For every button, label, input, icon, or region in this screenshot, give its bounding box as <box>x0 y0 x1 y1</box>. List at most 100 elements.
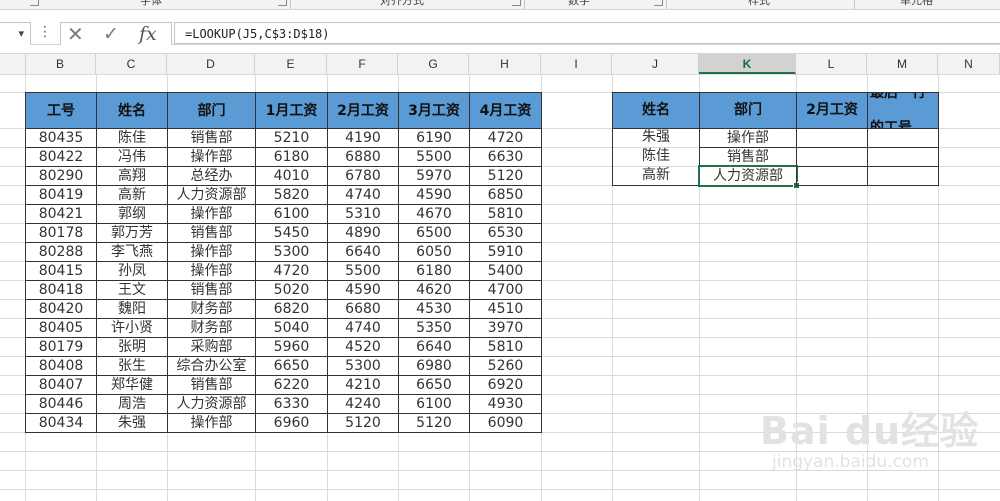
lookup-header-cell[interactable]: 最后一行的工号 <box>867 92 939 129</box>
table-cell[interactable]: 冯伟 <box>96 147 168 167</box>
table-header-cell[interactable]: 3月工资 <box>398 92 470 129</box>
lookup-dept-cell[interactable]: 操作部 <box>699 128 797 148</box>
table-cell[interactable]: 操作部 <box>167 204 256 224</box>
table-cell[interactable]: 5820 <box>255 185 328 205</box>
column-header-I[interactable]: I <box>541 54 612 74</box>
table-cell[interactable]: 6650 <box>398 375 470 395</box>
table-cell[interactable]: 高翔 <box>96 166 168 186</box>
table-cell[interactable]: 5260 <box>469 356 542 376</box>
table-header-cell[interactable]: 1月工资 <box>255 92 328 129</box>
table-cell[interactable]: 4720 <box>469 128 542 148</box>
dialog-launcher-icon[interactable] <box>30 0 39 6</box>
column-header-N[interactable]: N <box>938 54 1000 74</box>
table-header-cell[interactable]: 部门 <box>167 92 256 129</box>
table-cell[interactable]: 魏阳 <box>96 299 168 319</box>
table-cell[interactable]: 郑华健 <box>96 375 168 395</box>
formula-input[interactable]: =LOOKUP(J5,C$3:D$18) <box>174 22 1000 44</box>
worksheet-grid[interactable]: 工号 姓名 部门 1月工资 2月工资 3月工资 4月工资 80435 陈佳 销售部 5210 4190… <box>0 74 1000 501</box>
table-cell[interactable]: 陈佳 <box>96 128 168 148</box>
table-cell[interactable]: 5040 <box>255 318 328 338</box>
table-cell[interactable]: 张明 <box>96 337 168 357</box>
table-cell[interactable]: 5970 <box>398 166 470 186</box>
column-header-J[interactable]: J <box>612 54 699 74</box>
table-cell[interactable]: 80405 <box>25 318 97 338</box>
enter-icon[interactable]: ✓ <box>103 23 119 45</box>
column-header-F[interactable]: F <box>327 54 398 74</box>
table-cell[interactable]: 5960 <box>255 337 328 357</box>
table-cell[interactable]: 5350 <box>398 318 470 338</box>
column-header-B[interactable]: B <box>25 54 96 74</box>
table-cell[interactable]: 郭纲 <box>96 204 168 224</box>
chevron-down-icon[interactable]: ▾ <box>18 27 24 40</box>
table-cell[interactable]: 6530 <box>469 223 542 243</box>
table-cell[interactable]: 4530 <box>398 299 470 319</box>
table-cell[interactable]: 6330 <box>255 394 328 414</box>
table-header-cell[interactable]: 工号 <box>25 92 97 129</box>
table-cell[interactable]: 张生 <box>96 356 168 376</box>
lookup-header-cell[interactable]: 姓名 <box>612 92 700 129</box>
lookup-dept-cell[interactable]: 销售部 <box>699 147 797 167</box>
table-cell[interactable]: 5910 <box>469 242 542 262</box>
table-cell[interactable]: 4520 <box>327 337 399 357</box>
table-cell[interactable]: 4670 <box>398 204 470 224</box>
table-cell[interactable]: 6820 <box>255 299 328 319</box>
table-cell[interactable]: 4010 <box>255 166 328 186</box>
column-header-E[interactable]: E <box>255 54 327 74</box>
table-cell[interactable]: 销售部 <box>167 375 256 395</box>
table-header-cell[interactable]: 2月工资 <box>327 92 399 129</box>
column-header-H[interactable]: H <box>469 54 541 74</box>
lookup-cell[interactable] <box>867 147 939 167</box>
table-cell[interactable]: 6920 <box>469 375 542 395</box>
table-cell[interactable]: 6500 <box>398 223 470 243</box>
lookup-cell[interactable] <box>796 166 868 186</box>
table-cell[interactable]: 6880 <box>327 147 399 167</box>
column-header-C[interactable]: C <box>96 54 167 74</box>
table-cell[interactable]: 4890 <box>327 223 399 243</box>
table-cell[interactable]: 80288 <box>25 242 97 262</box>
table-cell[interactable]: 6980 <box>398 356 470 376</box>
dialog-launcher-icon[interactable] <box>278 0 287 6</box>
table-cell[interactable]: 5020 <box>255 280 328 300</box>
table-cell[interactable]: 6100 <box>398 394 470 414</box>
more-options-icon[interactable]: ⋮ <box>38 24 52 40</box>
lookup-cell[interactable] <box>796 128 868 148</box>
table-cell[interactable]: 6780 <box>327 166 399 186</box>
table-cell[interactable]: 销售部 <box>167 223 256 243</box>
table-cell[interactable]: 5810 <box>469 204 542 224</box>
table-cell[interactable]: 4740 <box>327 185 399 205</box>
table-cell[interactable]: 许小贤 <box>96 318 168 338</box>
column-header-L[interactable]: L <box>796 54 867 74</box>
lookup-cell[interactable] <box>867 128 939 148</box>
table-cell[interactable]: 80422 <box>25 147 97 167</box>
table-cell[interactable]: 5120 <box>469 166 542 186</box>
table-cell[interactable]: 6640 <box>327 242 399 262</box>
lookup-cell[interactable]: 高新 <box>612 166 700 186</box>
table-cell[interactable]: 80434 <box>25 413 97 433</box>
table-cell[interactable]: 人力资源部 <box>167 185 256 205</box>
lookup-header-cell[interactable]: 2月工资 <box>796 92 868 129</box>
table-cell[interactable]: 周浩 <box>96 394 168 414</box>
table-header-cell[interactable]: 姓名 <box>96 92 168 129</box>
table-cell[interactable]: 5300 <box>255 242 328 262</box>
table-cell[interactable]: 操作部 <box>167 147 256 167</box>
lookup-cell[interactable] <box>796 147 868 167</box>
insert-function-button[interactable]: fx <box>139 23 157 45</box>
table-cell[interactable]: 80446 <box>25 394 97 414</box>
table-cell[interactable]: 4700 <box>469 280 542 300</box>
table-cell[interactable]: 80178 <box>25 223 97 243</box>
table-cell[interactable]: 6180 <box>255 147 328 167</box>
table-cell[interactable]: 5500 <box>398 147 470 167</box>
table-cell[interactable]: 4930 <box>469 394 542 414</box>
lookup-cell[interactable] <box>867 166 939 186</box>
table-cell[interactable]: 6100 <box>255 204 328 224</box>
table-cell[interactable]: 销售部 <box>167 128 256 148</box>
table-cell[interactable]: 5300 <box>327 356 399 376</box>
table-cell[interactable]: 总经办 <box>167 166 256 186</box>
table-cell[interactable]: 人力资源部 <box>167 394 256 414</box>
table-cell[interactable]: 财务部 <box>167 318 256 338</box>
table-cell[interactable]: 操作部 <box>167 261 256 281</box>
table-cell[interactable]: 80407 <box>25 375 97 395</box>
table-cell[interactable]: 操作部 <box>167 413 256 433</box>
table-cell[interactable]: 6850 <box>469 185 542 205</box>
table-cell[interactable]: 6640 <box>398 337 470 357</box>
